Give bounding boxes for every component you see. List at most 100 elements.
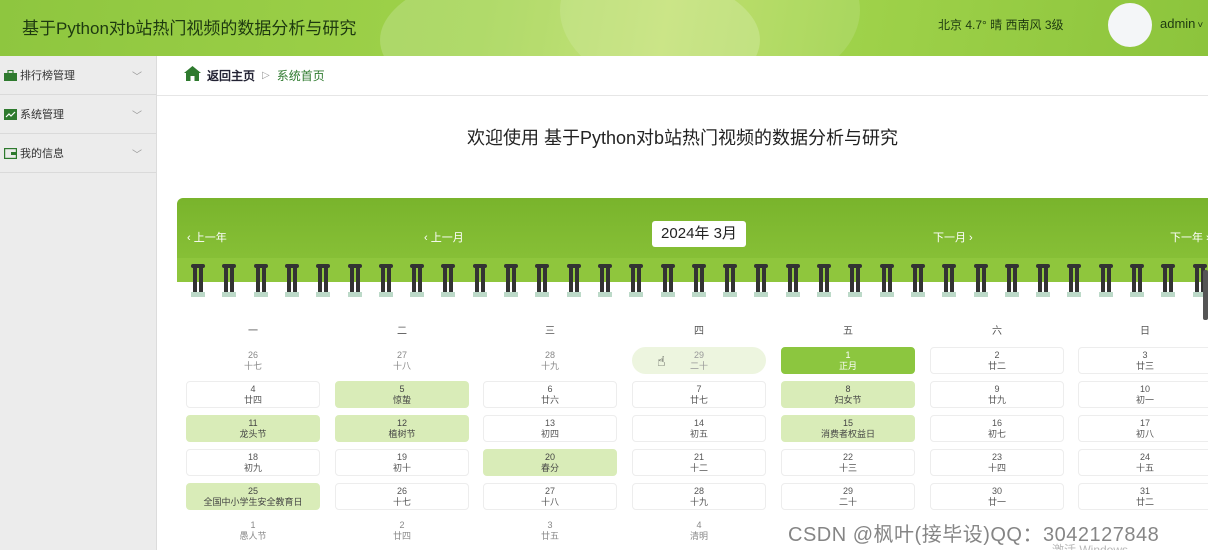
calendar-day[interactable]: 1 正月 — [781, 347, 915, 374]
weekday-header: 一二三四五六日 — [177, 322, 1208, 338]
calendar-day[interactable]: 8 妇女节 — [781, 381, 915, 408]
scrollbar[interactable] — [1203, 270, 1208, 320]
calendar-day[interactable]: 1 愚人节 — [186, 517, 320, 544]
day-number: 1 — [845, 350, 851, 360]
day-number: 2 — [994, 350, 1000, 360]
calendar-day[interactable]: 6 廿六 — [483, 381, 617, 408]
breadcrumb: 返回主页 ▷ 系统首页 — [157, 56, 1208, 96]
sidebar-item-my-info[interactable]: 我的信息 ﹀ — [0, 134, 156, 173]
calendar-day[interactable]: 29 二十 — [632, 347, 766, 374]
calendar-day[interactable]: 2 廿二 — [930, 347, 1064, 374]
weather-text: 北京 4.7° 晴 西南风 3级 — [938, 18, 1064, 32]
calendar-day[interactable]: 5 惊蛰 — [335, 381, 469, 408]
day-number: 29 — [693, 350, 704, 360]
sidebar-item-label: 我的信息 — [20, 148, 64, 160]
calendar-day[interactable]: 20 春分 — [483, 449, 617, 476]
calendar-day[interactable]: 13 初四 — [483, 415, 617, 442]
calendar-day[interactable]: 2 廿四 — [335, 517, 469, 544]
weekday-label: 二 — [397, 326, 407, 337]
calendar-day[interactable]: 3 廿五 — [483, 517, 617, 544]
calendar-day[interactable]: 10 初一 — [1078, 381, 1208, 408]
chart-icon — [4, 108, 17, 120]
calendar-day[interactable]: 19 初十 — [335, 449, 469, 476]
day-lunar-label: 廿四 — [392, 531, 411, 541]
calendar-day[interactable]: 4 廿四 — [186, 381, 320, 408]
home-link[interactable]: 返回主页 — [207, 67, 255, 84]
day-number: 1 — [250, 520, 256, 530]
prev-year-button[interactable]: ‹ 上一年 — [187, 229, 227, 245]
day-lunar-label: 十八 — [540, 497, 559, 507]
day-number: 3 — [547, 520, 553, 530]
windows-watermark: 激活 Windows — [1052, 543, 1129, 550]
chevron-down-icon: ﹀ — [132, 111, 142, 122]
binder-ring — [410, 264, 425, 297]
calendar-day[interactable]: 18 初九 — [186, 449, 320, 476]
weekday-label: 三 — [545, 326, 555, 337]
sidebar: 排行榜管理 ﹀ 系统管理 ﹀ 我的信息 ﹀ — [0, 56, 157, 550]
day-number: 2 — [399, 520, 405, 530]
calendar-day[interactable]: 17 初八 — [1078, 415, 1208, 442]
calendar-day[interactable]: 9 廿九 — [930, 381, 1064, 408]
calendar-day[interactable]: 7 廿七 — [632, 381, 766, 408]
calendar-day[interactable]: 28 十九 — [632, 483, 766, 510]
binder-ring — [1130, 264, 1144, 297]
prev-month-button[interactable]: ‹ 上一月 — [424, 229, 464, 245]
breadcrumb-separator: ▷ — [262, 70, 270, 81]
day-lunar-label: 十三 — [838, 463, 857, 473]
calendar-day[interactable]: 16 初七 — [930, 415, 1064, 442]
day-number: 28 — [544, 350, 555, 360]
day-number: 10 — [1139, 384, 1150, 394]
binder-ring — [1004, 264, 1019, 297]
binder-ring — [1161, 264, 1176, 297]
day-number: 14 — [693, 418, 704, 428]
binder-ring — [284, 264, 299, 297]
day-lunar-label: 廿二 — [987, 361, 1006, 371]
calendar-day[interactable]: 26 十七 — [186, 347, 320, 374]
chevron-down-icon: ˅ — [1197, 20, 1204, 31]
day-lunar-label: 惊蛰 — [392, 395, 411, 405]
calendar-day[interactable]: 25 全国中小学生安全教育日 — [186, 483, 320, 510]
binder-ring — [566, 264, 581, 297]
calendar-day[interactable]: 27 十八 — [335, 347, 469, 374]
calendar-day[interactable]: 26 十七 — [335, 483, 469, 510]
breadcrumb-current: 系统首页 — [276, 69, 325, 83]
day-number: 5 — [399, 384, 405, 394]
home-icon[interactable] — [184, 65, 201, 86]
day-lunar-label: 十九 — [689, 497, 708, 507]
day-lunar-label: 廿三 — [1135, 361, 1154, 371]
next-year-button[interactable]: 下一年 › — [1170, 229, 1208, 245]
calendar-day[interactable]: 27 十八 — [483, 483, 617, 510]
user-menu[interactable]: admin ˅ — [1160, 16, 1203, 31]
calendar-day[interactable]: 14 初五 — [632, 415, 766, 442]
calendar-day[interactable]: 29 二十 — [781, 483, 915, 510]
day-lunar-label: 十七 — [392, 497, 411, 507]
sidebar-item-label: 排行榜管理 — [20, 70, 75, 82]
calendar-day[interactable]: 28 十九 — [483, 347, 617, 374]
calendar-day[interactable]: 23 十四 — [930, 449, 1064, 476]
next-month-button[interactable]: 下一月 › — [933, 229, 973, 245]
calendar-day[interactable]: 4 清明 — [632, 517, 766, 544]
pointer-cursor-icon: ☝ — [657, 353, 666, 369]
day-number: 23 — [991, 452, 1002, 462]
calendar-day[interactable]: 24 十五 — [1078, 449, 1208, 476]
top-header: 基于Python对b站热门视频的数据分析与研究 北京 4.7° 晴 西南风 3级… — [0, 0, 1208, 56]
sidebar-item-system[interactable]: 系统管理 ﹀ — [0, 95, 156, 134]
calendar-day[interactable]: 15 消费者权益日 — [781, 415, 915, 442]
day-number: 4 — [250, 384, 256, 394]
sidebar-item-ranking[interactable]: 排行榜管理 ﹀ — [0, 56, 156, 95]
chevron-down-icon: ﹀ — [132, 72, 142, 83]
calendar-day[interactable]: 30 廿一 — [930, 483, 1064, 510]
calendar-day[interactable]: 21 十二 — [632, 449, 766, 476]
calendar-day[interactable]: 11 龙头节 — [186, 415, 320, 442]
calendar-day[interactable]: 12 植树节 — [335, 415, 469, 442]
binder-ring — [629, 264, 644, 297]
avatar[interactable] — [1108, 3, 1152, 47]
calendar-day[interactable]: 22 十三 — [781, 449, 915, 476]
day-lunar-label: 初五 — [689, 429, 708, 439]
binder-ring — [754, 264, 769, 297]
briefcase-icon — [4, 69, 17, 81]
calendar-day[interactable]: 31 廿二 — [1078, 483, 1208, 510]
day-lunar-label: 二十 — [689, 361, 708, 371]
calendar-day[interactable]: 3 廿三 — [1078, 347, 1208, 374]
binder-ring — [378, 264, 393, 297]
